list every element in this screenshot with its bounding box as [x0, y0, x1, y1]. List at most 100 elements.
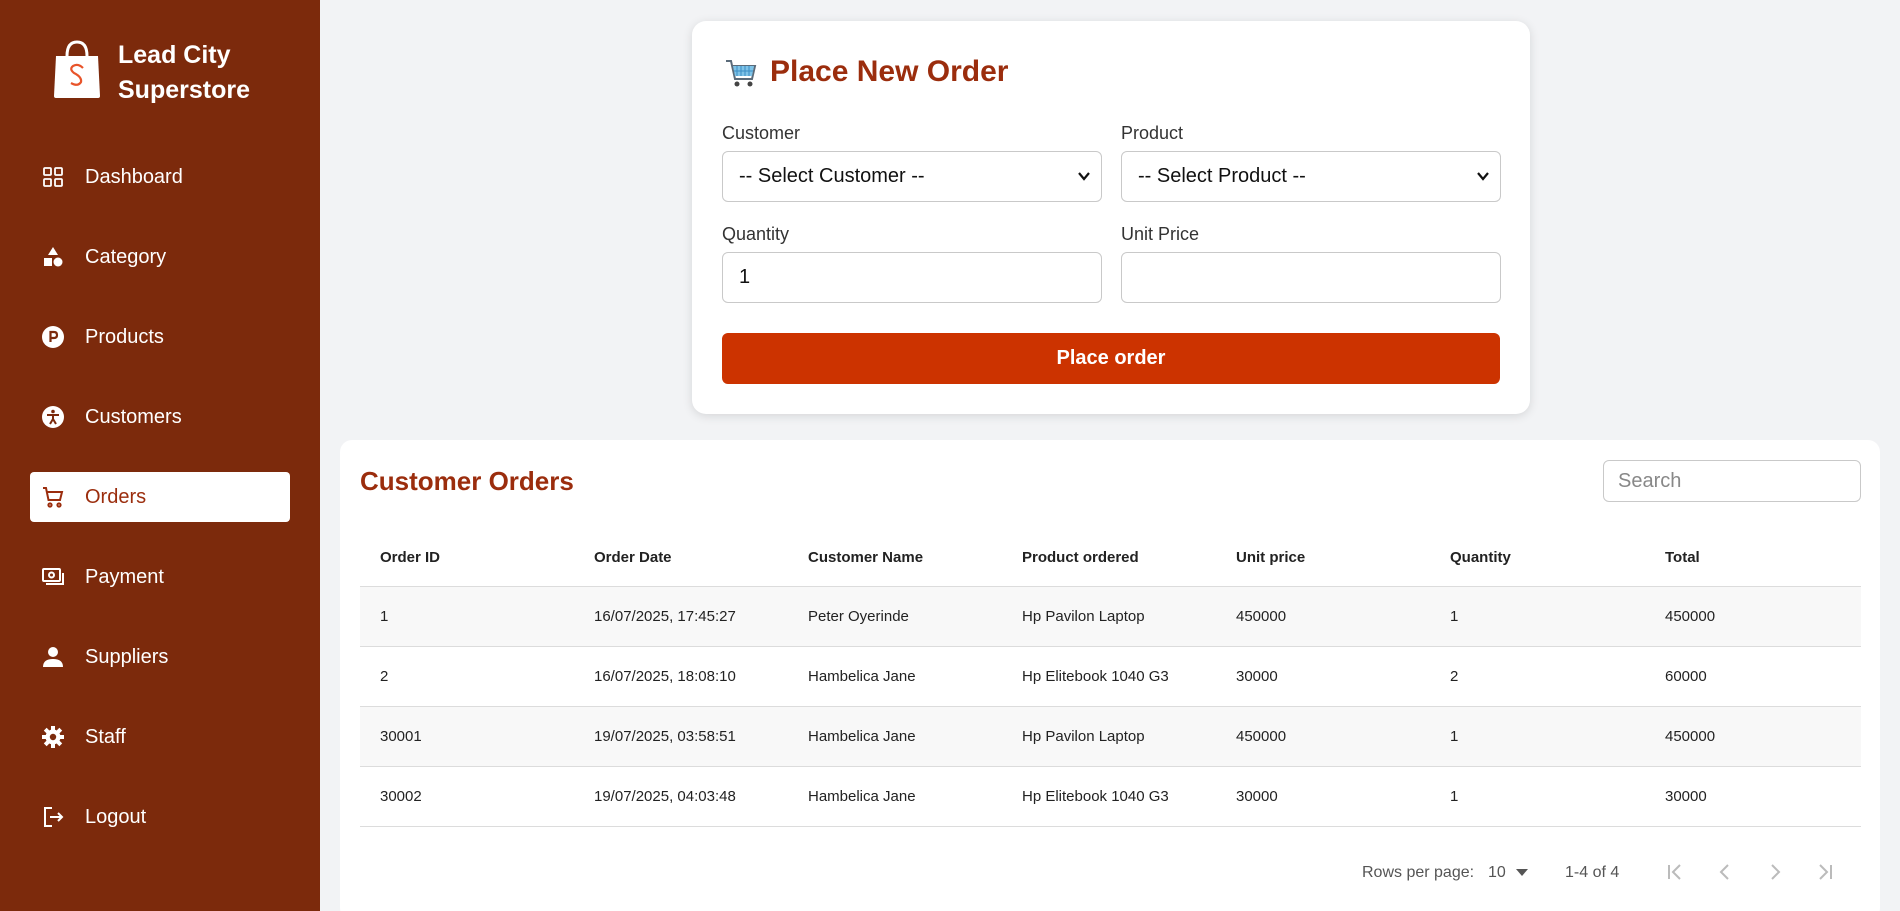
table-cell: 30000	[1216, 646, 1430, 707]
table-cell: Hp Pavilon Laptop	[1002, 706, 1216, 767]
unit-price-label: Unit Price	[1121, 224, 1200, 244]
payment-icon	[40, 564, 66, 590]
table-row[interactable]: 30002 19/07/2025, 04:03:48 Hambelica Jan…	[360, 766, 1861, 827]
previous-page-icon[interactable]	[1713, 860, 1737, 884]
search-input[interactable]: Search	[1603, 460, 1861, 502]
brand-title: Lead City Superstore	[118, 38, 268, 108]
caret-down-icon	[1516, 868, 1529, 876]
dashboard-icon	[40, 164, 66, 190]
category-icon	[40, 244, 66, 270]
customer-label: Customer	[722, 123, 801, 143]
quantity-field: Quantity 1	[722, 224, 1102, 303]
table-cell: Hp Elitebook 1040 G3	[1002, 766, 1216, 827]
table-cell: 450000	[1216, 586, 1430, 647]
first-page-icon[interactable]	[1663, 860, 1687, 884]
sidebar-item-dashboard[interactable]: Dashboard	[30, 152, 290, 202]
table-cell: 19/07/2025, 03:58:51	[574, 706, 788, 767]
table-cell: Peter Oyerinde	[788, 586, 1002, 647]
product-select-value: -- Select Product --	[1138, 165, 1306, 187]
sidebar: Lead City Superstore Dashboard Category …	[0, 0, 320, 911]
shopping-bag-logo-icon	[54, 40, 100, 98]
column-header[interactable]: Order ID	[360, 530, 574, 587]
sidebar-item-label: Products	[85, 325, 164, 348]
table-cell: 1	[1430, 766, 1645, 827]
sidebar-item-payment[interactable]: Payment	[30, 552, 290, 602]
table-cell: 60000	[1645, 646, 1861, 707]
table-cell: 450000	[1645, 586, 1861, 647]
sidebar-item-suppliers[interactable]: Suppliers	[30, 632, 290, 682]
table-cell: Hambelica Jane	[788, 766, 1002, 827]
next-page-icon[interactable]	[1763, 860, 1787, 884]
product-field: Product -- Select Product --	[1121, 123, 1501, 202]
table-row[interactable]: 2 16/07/2025, 18:08:10 Hambelica Jane Hp…	[360, 646, 1861, 707]
sidebar-item-products[interactable]: Products	[30, 312, 290, 362]
page-title: Place New Order	[770, 55, 1009, 88]
table-cell: 30001	[360, 706, 574, 767]
unit-price-input[interactable]	[1121, 252, 1501, 303]
sidebar-item-label: Dashboard	[85, 165, 183, 188]
unit-price-field: Unit Price	[1121, 224, 1501, 303]
table-cell: 1	[360, 586, 574, 647]
search-placeholder: Search	[1618, 469, 1682, 492]
card-title: Place New Order	[724, 55, 1008, 89]
rows-per-page-label: Rows per page:	[1362, 864, 1475, 881]
customer-select[interactable]: -- Select Customer --	[722, 151, 1102, 202]
customer-select-value: -- Select Customer --	[739, 165, 925, 187]
table-cell: Hambelica Jane	[788, 646, 1002, 707]
column-header[interactable]: Unit price	[1216, 530, 1430, 587]
table-cell: Hambelica Jane	[788, 706, 1002, 767]
table-cell: 1	[1430, 586, 1645, 647]
table-cell: 16/07/2025, 17:45:27	[574, 586, 788, 647]
pagination: Rows per page: 10 1-4 of 4	[340, 852, 1880, 892]
products-icon	[40, 324, 66, 350]
sidebar-item-label: Logout	[85, 805, 147, 828]
sidebar-item-label: Category	[85, 245, 167, 268]
rows-per-page-select[interactable]: 10	[1488, 864, 1529, 882]
brand-line-2: Superstore	[118, 76, 250, 104]
sidebar-item-label: Orders	[85, 485, 147, 508]
chevron-down-icon	[1477, 172, 1489, 181]
product-select[interactable]: -- Select Product --	[1121, 151, 1501, 202]
table-cell: 450000	[1645, 706, 1861, 767]
cart-icon	[40, 484, 66, 510]
quantity-label: Quantity	[722, 224, 790, 244]
table-cell: 2	[1430, 646, 1645, 707]
column-header[interactable]: Total	[1645, 530, 1861, 587]
table-cell: Hp Pavilon Laptop	[1002, 586, 1216, 647]
column-header[interactable]: Quantity	[1430, 530, 1645, 587]
sidebar-item-orders[interactable]: Orders	[30, 472, 290, 522]
sidebar-item-label: Customers	[85, 405, 182, 428]
quantity-input-value: 1	[739, 266, 751, 288]
sidebar-nav: Dashboard Category Products Customers Or…	[30, 152, 290, 872]
brand-line-1: Lead City	[118, 41, 231, 69]
sidebar-item-logout[interactable]: Logout	[30, 792, 290, 842]
orders-table: Order ID Order Date Customer Name Produc…	[360, 530, 1861, 827]
table-cell: 1	[1430, 706, 1645, 767]
column-header[interactable]: Customer Name	[788, 530, 1002, 587]
customers-icon	[40, 404, 66, 430]
table-header-row: Order ID Order Date Customer Name Produc…	[360, 530, 1861, 587]
page-range: 1-4 of 4	[1565, 864, 1620, 881]
table-row[interactable]: 1 16/07/2025, 17:45:27 Peter Oyerinde Hp…	[360, 586, 1861, 647]
sidebar-item-label: Staff	[85, 725, 126, 748]
brand[interactable]: Lead City Superstore	[50, 38, 268, 108]
table-cell: 30000	[1645, 766, 1861, 827]
sidebar-item-label: Suppliers	[85, 645, 169, 668]
table-cell: 16/07/2025, 18:08:10	[574, 646, 788, 707]
last-page-icon[interactable]	[1813, 860, 1837, 884]
column-header[interactable]: Order Date	[574, 530, 788, 587]
rows-per-page-value: 10	[1488, 864, 1506, 881]
table-cell: 19/07/2025, 04:03:48	[574, 766, 788, 827]
table-cell: Hp Elitebook 1040 G3	[1002, 646, 1216, 707]
place-order-button[interactable]: Place order	[722, 333, 1500, 384]
table-cell: 2	[360, 646, 574, 707]
sidebar-item-customers[interactable]: Customers	[30, 392, 290, 442]
customer-field: Customer -- Select Customer --	[722, 123, 1102, 202]
sidebar-item-label: Payment	[85, 565, 164, 588]
sidebar-item-category[interactable]: Category	[30, 232, 290, 282]
column-header[interactable]: Product ordered	[1002, 530, 1216, 587]
table-row[interactable]: 30001 19/07/2025, 03:58:51 Hambelica Jan…	[360, 706, 1861, 767]
logout-icon	[40, 804, 66, 830]
quantity-input[interactable]: 1	[722, 252, 1102, 303]
sidebar-item-staff[interactable]: Staff	[30, 712, 290, 762]
